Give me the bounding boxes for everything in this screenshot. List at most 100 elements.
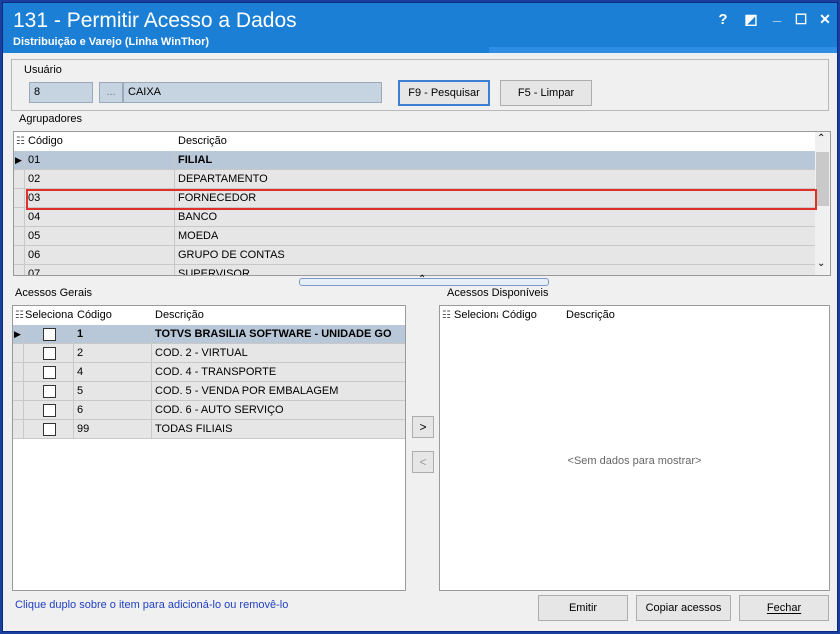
row-indicator <box>13 382 24 400</box>
fechar-button[interactable]: Fechar <box>739 595 829 621</box>
acesso-row[interactable]: 4 COD. 4 - TRANSPORTE <box>13 363 405 382</box>
agrupador-desc: MOEDA <box>178 230 219 242</box>
title-accent-strip <box>489 47 837 53</box>
app-window: 131 - Permitir Acesso a Dados Distribuiç… <box>2 2 838 632</box>
row-indicator-icon: ▶ <box>15 155 22 165</box>
agrupadores-scrollbar[interactable]: ⌃ ⌄ <box>815 132 830 275</box>
column-divider <box>174 151 175 169</box>
column-divider <box>73 420 74 438</box>
select-checkbox[interactable] <box>43 423 56 436</box>
acessos-gerais-label: Acessos Gerais <box>15 287 93 299</box>
select-checkbox[interactable] <box>43 404 56 417</box>
scrollbar-thumb[interactable] <box>816 152 829 206</box>
select-checkbox[interactable] <box>43 366 56 379</box>
select-checkbox[interactable] <box>43 385 56 398</box>
column-divider <box>174 246 175 264</box>
scroll-down-icon[interactable]: ⌄ <box>817 258 825 269</box>
acesso-code: 5 <box>77 385 84 397</box>
agrupador-desc: BANCO <box>178 211 218 223</box>
column-divider <box>151 401 152 419</box>
acessos-gerais-col-code[interactable]: Código <box>77 306 112 325</box>
agrupadores-grid: ☷ Código Descrição ▶ 01 FILIAL 02 DEPARTAMEN… <box>13 131 831 276</box>
minimize-icon[interactable]: _ <box>767 7 787 24</box>
acesso-desc: COD. 2 - VIRTUAL <box>155 347 248 359</box>
column-divider <box>151 325 152 343</box>
agrupadores-col-desc[interactable]: Descrição <box>178 132 227 151</box>
agrupador-row[interactable]: 05 MOEDA <box>14 227 815 246</box>
acesso-code: 4 <box>77 366 84 378</box>
usuario-name-field[interactable]: CAIXA <box>123 82 382 103</box>
select-checkbox[interactable] <box>43 328 56 341</box>
maximize-icon[interactable]: ☐ <box>791 11 811 28</box>
agrupador-code: 06 <box>28 249 41 261</box>
column-divider <box>73 344 74 362</box>
acesso-code: 1 <box>77 328 84 340</box>
agrupador-row[interactable]: 06 GRUPO DE CONTAS <box>14 246 815 265</box>
usuario-label: Usuário <box>24 64 62 76</box>
agrupador-row[interactable]: 07 SUPERVISOR <box>14 265 815 275</box>
add-access-button[interactable]: > <box>412 416 434 438</box>
acesso-code: 6 <box>77 404 84 416</box>
column-chooser-icon[interactable]: ☷ <box>442 306 451 325</box>
empty-state-text: <Sem dados para mostrar> <box>567 455 702 467</box>
acessos-disponiveis-col-desc[interactable]: Descrição <box>566 306 615 325</box>
help-icon[interactable]: ? <box>713 11 733 28</box>
usuario-code-field[interactable]: 8 <box>29 82 93 103</box>
acesso-desc: TODAS FILIAIS <box>155 423 233 435</box>
remove-access-button[interactable]: < <box>412 451 434 473</box>
title-bar: 131 - Permitir Acesso a Dados Distribuiç… <box>3 3 837 53</box>
agrupador-code: 02 <box>28 173 41 185</box>
row-indicator <box>13 420 24 438</box>
row-indicator <box>14 208 25 226</box>
agrupador-row[interactable]: ▶ 01 FILIAL <box>14 151 815 170</box>
pesquisar-button[interactable]: F9 - Pesquisar <box>398 80 490 106</box>
acesso-desc: COD. 5 - VENDA POR EMBALAGEM <box>155 385 339 397</box>
emitir-button[interactable]: Emitir <box>538 595 628 621</box>
acesso-row[interactable]: 6 COD. 6 - AUTO SERVIÇO <box>13 401 405 420</box>
usuario-panel: Usuário 8 ... CAIXA F9 - Pesquisar F5 - … <box>11 59 829 111</box>
close-icon[interactable]: ✕ <box>815 11 835 28</box>
column-divider <box>151 420 152 438</box>
row-indicator-icon: ▶ <box>14 329 21 339</box>
acessos-disponiveis-col-select[interactable]: Selecionar <box>454 306 498 325</box>
agrupador-row[interactable]: 02 DEPARTAMENTO <box>14 170 815 189</box>
acesso-row[interactable]: 99 TODAS FILIAIS <box>13 420 405 439</box>
acesso-row[interactable]: 2 COD. 2 - VIRTUAL <box>13 344 405 363</box>
agrupador-row[interactable]: 04 BANCO <box>14 208 815 227</box>
copiar-acessos-button[interactable]: Copiar acessos <box>636 595 731 621</box>
limpar-button[interactable]: F5 - Limpar <box>500 80 592 106</box>
usuario-browse-button[interactable]: ... <box>99 82 123 103</box>
column-divider <box>174 208 175 226</box>
column-divider <box>73 363 74 381</box>
fechar-button-label: Fechar <box>766 602 802 614</box>
acessos-gerais-col-select[interactable]: Selecionar <box>25 306 73 325</box>
agrupador-code: 04 <box>28 211 41 223</box>
column-divider <box>174 227 175 245</box>
column-divider <box>151 344 152 362</box>
acessos-disponiveis-col-code[interactable]: Código <box>502 306 537 325</box>
acesso-code: 2 <box>77 347 84 359</box>
agrupador-code: 01 <box>28 154 41 166</box>
column-chooser-icon[interactable]: ☷ <box>15 306 24 325</box>
row-indicator <box>14 170 25 188</box>
splitter-handle[interactable]: ⌃ <box>299 274 549 286</box>
acesso-desc: TOTVS BRASILIA SOFTWARE - UNIDADE GO <box>155 328 392 340</box>
row-indicator <box>14 265 25 275</box>
acesso-row[interactable]: ▶ 1 TOTVS BRASILIA SOFTWARE - UNIDADE GO <box>13 325 405 344</box>
acesso-row[interactable]: 5 COD. 5 - VENDA POR EMBALAGEM <box>13 382 405 401</box>
acessos-disponiveis-label: Acessos Disponíveis <box>447 287 549 299</box>
acessos-gerais-col-desc[interactable]: Descrição <box>155 306 204 325</box>
scroll-up-icon[interactable]: ⌃ <box>817 133 825 144</box>
agrupador-code: 05 <box>28 230 41 242</box>
agrupadores-col-code[interactable]: Código <box>28 132 63 151</box>
window-title: 131 - Permitir Acesso a Dados <box>13 9 297 32</box>
row-indicator <box>13 401 24 419</box>
row-indicator <box>13 363 24 381</box>
restore-icon[interactable]: ◩ <box>741 11 761 28</box>
row-indicator: ▶ <box>13 325 24 343</box>
column-chooser-icon[interactable]: ☷ <box>16 132 25 151</box>
column-divider <box>73 401 74 419</box>
agrupador-desc: FILIAL <box>178 154 213 166</box>
column-divider <box>174 170 175 188</box>
select-checkbox[interactable] <box>43 347 56 360</box>
